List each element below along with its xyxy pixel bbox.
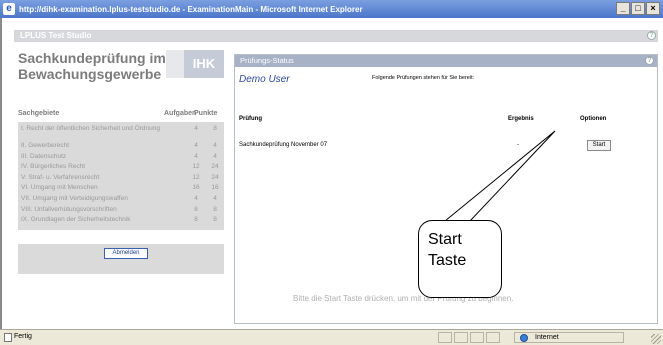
security-zone: Internet	[514, 332, 624, 343]
exam-heading: Sachkundeprüfung im Bewachungsgewerbe	[18, 50, 166, 82]
subject-row: IV. Bürgerliches Recht 12 24	[18, 162, 224, 173]
start-exam-button[interactable]: Start	[587, 140, 611, 151]
subject-row: VIII. Unfallverhütungsvorschriften 8 8	[18, 205, 224, 216]
subject-row: I. Recht der öffentlichen Sicherheit und…	[18, 124, 224, 141]
status-panel-header: Prüfungs-Status ?	[235, 55, 657, 67]
logout-area: Abmelden	[18, 244, 224, 274]
subject-name: II. Gewerberecht	[21, 142, 70, 149]
subject-points: 24	[211, 163, 219, 171]
subject-tasks: 12	[192, 163, 200, 171]
browser-status-bar: Fertig Internet	[0, 329, 663, 345]
subjects-header: Sachgebiete Aufgaben Punkte	[18, 110, 224, 120]
subject-row: IX. Grundlagen der Sicherheitstechnik 8 …	[18, 215, 224, 226]
points-column-header: Punkte	[194, 110, 218, 117]
subject-points: 4	[213, 194, 217, 202]
subject-points: 8	[213, 216, 217, 224]
subject-tasks: 8	[194, 216, 198, 224]
status-text: Fertig	[14, 333, 32, 340]
subject-points: 4	[213, 152, 217, 160]
exam-info-panel: Sachkundeprüfung im Bewachungsgewerbe IH…	[16, 46, 226, 276]
subject-name: VIII. Unfallverhütungsvorschriften	[21, 205, 117, 213]
subject-points: 8	[213, 125, 217, 132]
subject-tasks: 8	[194, 205, 198, 213]
subject-row: II. Gewerberecht 4 4	[18, 141, 224, 152]
subject-row: VI. Umgang mit Menschen 16 16	[18, 183, 224, 194]
page-done-icon	[4, 333, 12, 342]
internet-explorer-icon: e	[3, 3, 15, 15]
logout-button[interactable]: Abmelden	[104, 248, 148, 259]
subject-row: III. Datenschutz 4 4	[18, 152, 224, 163]
subject-column-header: Sachgebiete	[18, 110, 60, 117]
resize-grip-icon[interactable]	[651, 334, 661, 344]
app-name: LPLUS Test Studio	[20, 31, 92, 40]
subject-row: V. Straf- u. Verfahrensrecht 12 24	[18, 173, 224, 184]
start-key-callout: Start Taste	[418, 220, 502, 298]
ihk-logo: IHK	[184, 50, 224, 78]
subject-points: 4	[213, 142, 217, 149]
subject-name: VII. Umgang mit Verteidigungswaffen	[21, 194, 128, 202]
help-icon[interactable]: ?	[645, 56, 654, 65]
subject-tasks: 4	[194, 125, 198, 132]
exam-result: -	[517, 142, 519, 148]
status-panel-title: Prüfungs-Status	[240, 56, 294, 65]
minimize-button[interactable]: _	[616, 2, 630, 15]
subject-points: 24	[211, 173, 219, 181]
subject-row: VII. Umgang mit Verteidigungswaffen 4 4	[18, 194, 224, 205]
exam-name: Sachkundeprüfung November 07	[239, 142, 328, 148]
subject-name: IX. Grundlagen der Sicherheitstechnik	[21, 216, 131, 224]
status-cell	[470, 332, 484, 343]
subjects-table: I. Recht der öffentlichen Sicherheit und…	[18, 122, 224, 230]
logo-band	[166, 50, 184, 78]
status-cell	[454, 332, 468, 343]
browser-viewport: LPLUS Test Studio ? Sachkundeprüfung im …	[0, 18, 663, 329]
window-controls: _ □ ×	[616, 2, 660, 15]
status-cell	[438, 332, 452, 343]
subject-tasks: 4	[194, 152, 198, 160]
subject-name: IV. Bürgerliches Recht	[21, 163, 86, 171]
result-column-header: Ergebnis	[508, 116, 534, 122]
subject-name: V. Straf- u. Verfahrensrecht	[21, 173, 100, 181]
subject-tasks: 4	[194, 142, 198, 149]
window-title: http://dihk-examination.lplus-teststudio…	[19, 4, 363, 14]
close-button[interactable]: ×	[646, 2, 660, 15]
subject-tasks: 16	[192, 184, 200, 192]
subject-points: 16	[211, 184, 219, 192]
globe-icon	[520, 334, 528, 342]
zone-label: Internet	[535, 334, 559, 341]
callout-line-1: Start	[428, 231, 462, 248]
status-cell	[486, 332, 500, 343]
window-title-bar: e http://dihk-examination.lplus-teststud…	[0, 0, 663, 18]
intro-text: Folgende Prüfungen stehen für Sie bereit…	[372, 75, 475, 81]
subject-name: I. Recht der öffentlichen Sicherheit und…	[21, 125, 160, 132]
options-column-header: Optionen	[580, 116, 607, 122]
tasks-column-header: Aufgaben	[164, 110, 197, 117]
app-header-bar: LPLUS Test Studio ?	[14, 30, 658, 42]
callout-line-2: Taste	[428, 252, 467, 269]
user-name: Demo User	[239, 74, 290, 85]
subject-tasks: 4	[194, 194, 198, 202]
exam-column-header: Prüfung	[239, 116, 262, 122]
subject-points: 8	[213, 205, 217, 213]
subject-name: VI. Umgang mit Menschen	[21, 184, 98, 192]
help-icon[interactable]: ?	[647, 31, 656, 40]
maximize-button[interactable]: □	[631, 2, 645, 15]
subject-tasks: 12	[192, 173, 200, 181]
subject-name: III. Datenschutz	[21, 152, 67, 160]
